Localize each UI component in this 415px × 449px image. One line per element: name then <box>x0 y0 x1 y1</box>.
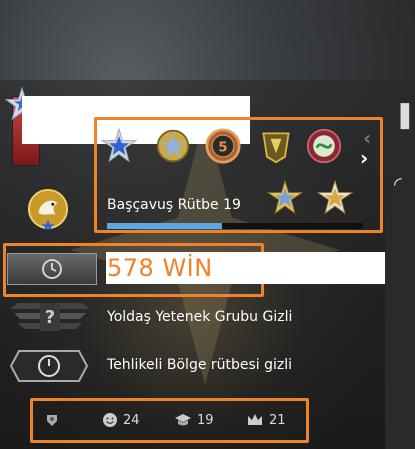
rank-progress-fill <box>107 223 223 229</box>
commend-leader-count: 21 <box>269 412 286 428</box>
smiley-icon <box>103 413 117 427</box>
danger-zone-rank-text: Tehlikeli Bölge rütbesi gizli <box>107 357 293 373</box>
side-glyph-mid: ◜ <box>394 172 402 196</box>
gold-star-medal-icon[interactable] <box>317 180 353 216</box>
rank-name-label: Başçavuş Rütbe 19 <box>107 197 241 213</box>
wingman-rank-text: Yoldaş Yetenek Grubu Gizli <box>107 309 293 325</box>
green-snake-coin-icon[interactable] <box>306 128 342 164</box>
graduation-cap-icon <box>175 414 191 426</box>
blue-star-medal-icon[interactable] <box>101 128 137 164</box>
commend-badge-icon <box>47 415 57 426</box>
danger-zone-rank-icon <box>9 350 89 382</box>
side-glyph-top: ❚ <box>394 100 415 130</box>
commend-leader: 21 <box>246 412 286 428</box>
svg-text:?: ? <box>45 307 55 328</box>
commend-total <box>44 412 60 428</box>
competitive-rank-badge[interactable] <box>7 253 97 285</box>
eagle-rank-icon <box>27 188 69 230</box>
commend-teacher: 19 <box>174 412 214 428</box>
wins-count-text: 578 WİN <box>107 254 213 282</box>
commend-friendly: 24 <box>102 412 140 428</box>
svg-text:5: 5 <box>218 139 227 155</box>
commend-teacher-count: 19 <box>197 412 214 428</box>
silver-star-medal-2-icon[interactable] <box>267 180 303 216</box>
rank-progress-bar <box>107 223 363 229</box>
silver-star-medal-icon[interactable] <box>155 128 191 164</box>
operation-medal-icon[interactable] <box>258 128 294 164</box>
chevron-right-icon[interactable]: › <box>360 146 368 170</box>
five-year-coin-icon[interactable]: 5 <box>205 128 241 164</box>
crown-icon <box>248 414 262 425</box>
wingman-hidden-rank-icon: ? <box>10 303 90 331</box>
clock-icon <box>42 259 62 279</box>
side-panel-strip: ❚ ◜ <box>385 80 415 449</box>
commend-friendly-count: 24 <box>123 412 140 428</box>
